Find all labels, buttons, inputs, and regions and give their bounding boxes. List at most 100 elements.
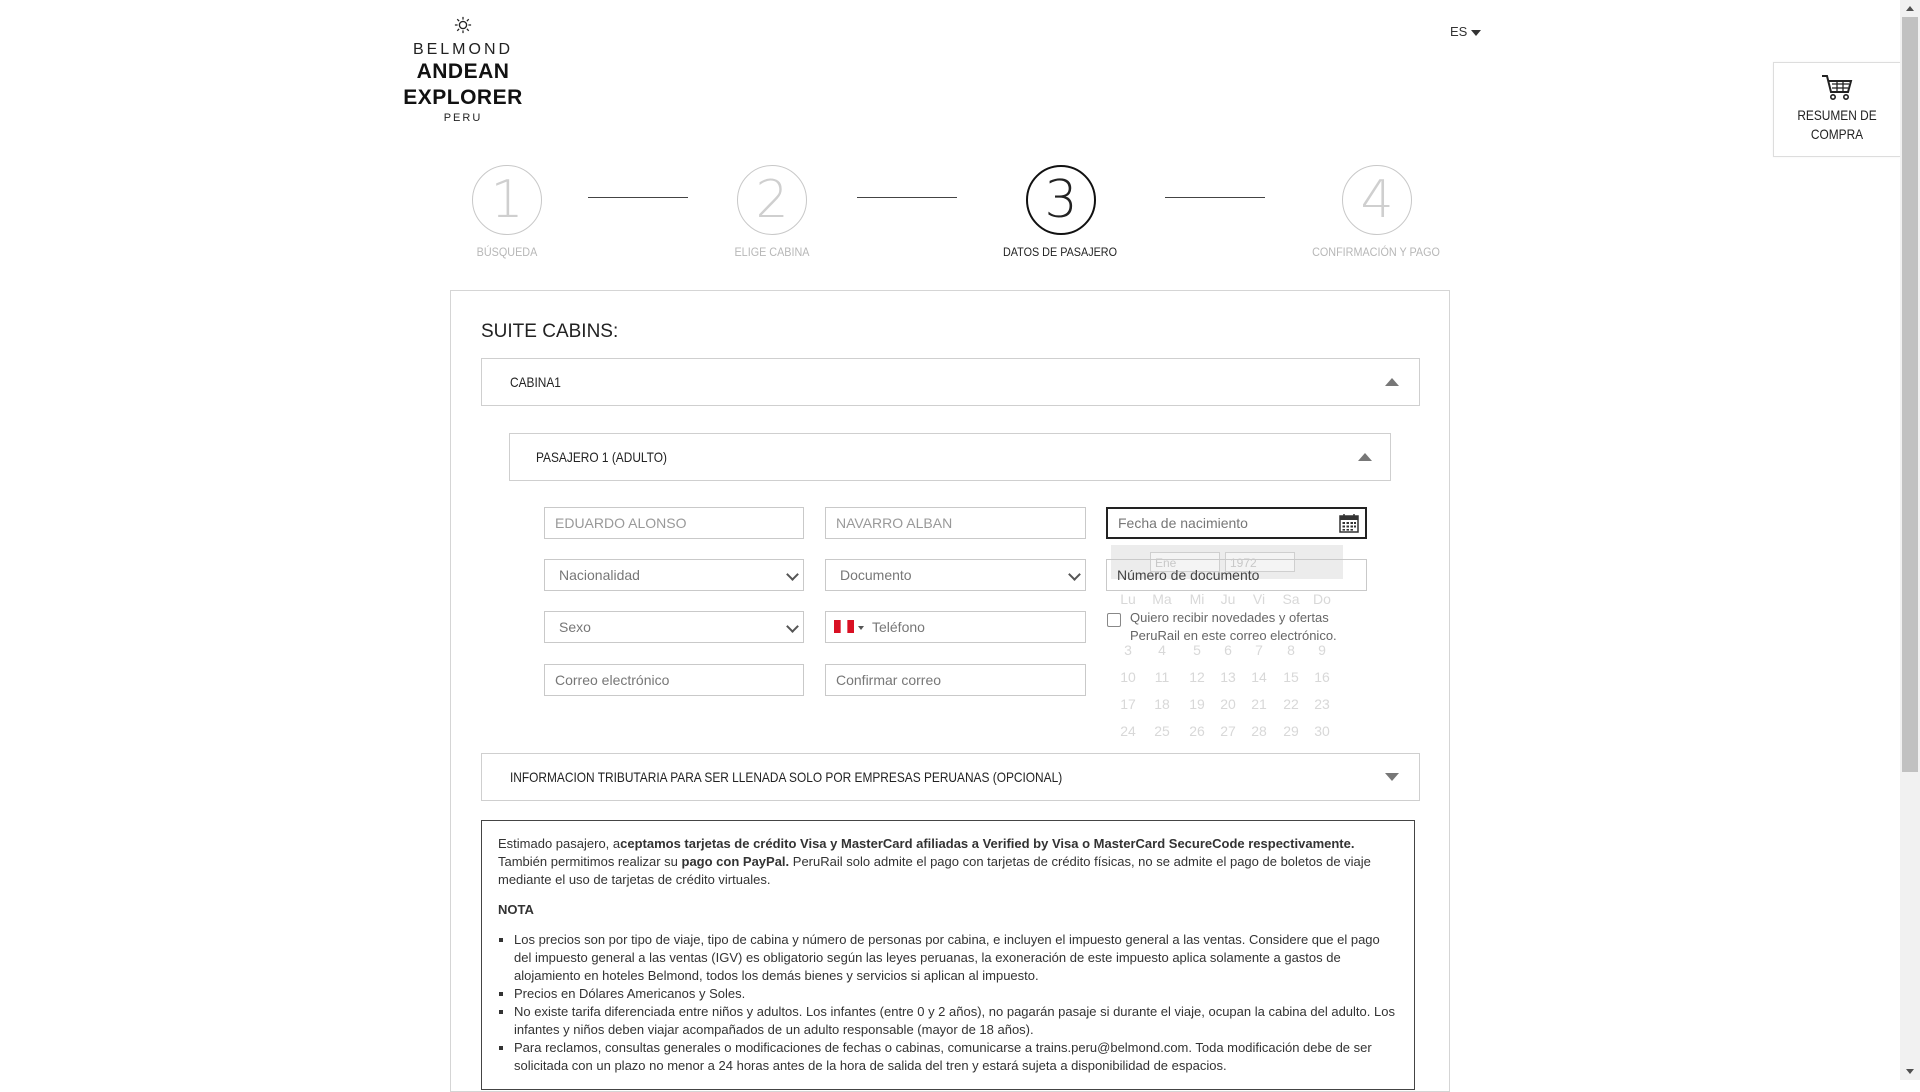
datepicker-day[interactable]: 22 xyxy=(1276,696,1306,712)
datepicker-day[interactable]: 16 xyxy=(1307,669,1337,685)
datepicker-day[interactable]: 20 xyxy=(1213,696,1243,712)
datepicker-day[interactable]: 10 xyxy=(1113,669,1143,685)
datepicker-day[interactable]: 15 xyxy=(1276,669,1306,685)
passenger-accordion-header[interactable]: PASAJERO 1 (ADULTO) xyxy=(509,433,1391,481)
document-type-value: Documento xyxy=(840,567,912,583)
last-name-field[interactable]: NAVARRO ALBAN xyxy=(825,507,1086,539)
datepicker-weekday: Vi xyxy=(1252,591,1266,607)
chevron-down-icon xyxy=(786,620,799,633)
datepicker-day[interactable]: 27 xyxy=(1213,723,1243,739)
datepicker-weekday: Mi xyxy=(1189,591,1205,607)
caret-down-icon xyxy=(858,626,864,631)
tax-info-accordion-header[interactable]: INFORMACION TRIBUTARIA PARA SER LLENADA … xyxy=(481,753,1420,801)
notice-item: Precios en Dólares Americanos y Soles. xyxy=(514,985,1398,1003)
expand-arrow-icon xyxy=(1385,773,1399,781)
arrow-down-icon xyxy=(1906,1069,1914,1074)
newsletter-label: Quiero recibir novedades y ofertas PeruR… xyxy=(1130,609,1355,645)
cart-summary-button[interactable]: RESUMEN DE COMPRA xyxy=(1773,62,1901,157)
logo-title: ANDEAN EXPLORER xyxy=(403,60,523,109)
document-type-select[interactable]: Documento xyxy=(825,559,1086,591)
document-number-placeholder: Número de documento xyxy=(1117,567,1260,583)
datepicker-day[interactable]: 28 xyxy=(1244,723,1274,739)
first-name-field[interactable]: EDUARDO ALONSO xyxy=(544,507,804,539)
cabin-accordion-header[interactable]: CABINA1 xyxy=(481,358,1420,406)
datepicker-weekday: Do xyxy=(1313,591,1331,607)
step-4-circle: 4 xyxy=(1342,165,1412,235)
section-title: SUITE CABINS: xyxy=(481,321,619,342)
phone-placeholder: Teléfono xyxy=(872,619,925,635)
birthdate-field[interactable]: Fecha de nacimiento xyxy=(1106,507,1367,539)
newsletter-line1: Quiero recibir novedades y ofertas xyxy=(1130,610,1329,625)
datepicker-day[interactable]: 24 xyxy=(1113,723,1143,739)
step-connector xyxy=(1165,197,1265,198)
datepicker-day[interactable]: 18 xyxy=(1147,696,1177,712)
payment-notice: Estimado pasajero, aceptamos tarjetas de… xyxy=(481,820,1415,1090)
birthdate-placeholder: Fecha de nacimiento xyxy=(1118,515,1248,531)
step-3-circle: 3 xyxy=(1026,165,1096,235)
step-2-label: ELIGE CABINA xyxy=(734,245,810,259)
scrollbar-thumb[interactable] xyxy=(1902,17,1918,772)
document-number-field[interactable]: Número de documento xyxy=(1106,559,1367,591)
cabin-label: CABINA1 xyxy=(510,374,561,390)
datepicker-day[interactable]: 21 xyxy=(1244,696,1274,712)
notice-item: No existe tarifa diferenciada entre niño… xyxy=(514,1003,1398,1039)
arrow-up-icon xyxy=(1906,6,1914,11)
datepicker-day[interactable]: 14 xyxy=(1244,669,1274,685)
chevron-down-icon xyxy=(1068,568,1081,581)
collapse-arrow-icon xyxy=(1358,453,1372,461)
nationality-select[interactable]: Nacionalidad xyxy=(544,559,804,591)
cart-label-line2: COMPRA xyxy=(1810,126,1864,142)
logo-subtitle: PERU xyxy=(443,112,483,124)
step-3-label: DATOS DE PASAJERO xyxy=(1002,245,1118,259)
scroll-up-button[interactable] xyxy=(1900,0,1920,17)
passenger-label: PASAJERO 1 (ADULTO) xyxy=(536,449,667,465)
datepicker-day[interactable]: 29 xyxy=(1276,723,1306,739)
peru-flag-icon[interactable] xyxy=(834,613,854,643)
newsletter-checkbox[interactable] xyxy=(1107,613,1121,627)
datepicker-day[interactable]: 11 xyxy=(1147,669,1177,685)
datepicker-weekday: Sa xyxy=(1282,591,1300,607)
caret-down-icon xyxy=(1471,29,1482,36)
step-4-label: CONFIRMACIÓN Y PAGO xyxy=(1312,245,1440,259)
brand-logo[interactable]: BELMOND ANDEAN EXPLORER PERU xyxy=(358,16,568,125)
scroll-down-button[interactable] xyxy=(1900,1063,1920,1080)
phone-field[interactable]: Teléfono xyxy=(825,611,1086,643)
notice-intro-bold: ceptamos tarjetas de crédito Visa y Mast… xyxy=(620,836,1355,851)
datepicker-day[interactable]: 12 xyxy=(1182,669,1212,685)
tax-info-label: INFORMACION TRIBUTARIA PARA SER LLENADA … xyxy=(510,769,1063,785)
step-1-label: BÚSQUEDA xyxy=(476,245,538,259)
nationality-value: Nacionalidad xyxy=(559,567,640,583)
step-1-circle: 1 xyxy=(472,165,542,235)
datepicker-day[interactable]: 30 xyxy=(1307,723,1337,739)
collapse-arrow-icon xyxy=(1385,378,1399,386)
notice-intro: Estimado pasajero, aceptamos tarjetas de… xyxy=(498,835,1398,889)
notice-list: Los precios son por tipo de viaje, tipo … xyxy=(498,931,1398,1075)
datepicker-day[interactable]: 25 xyxy=(1147,723,1177,739)
newsletter-line2: PeruRail en este correo electrónico. xyxy=(1130,628,1337,643)
step-2-circle: 2 xyxy=(737,165,807,235)
step-connector xyxy=(857,197,957,198)
datepicker-weekday: Ma xyxy=(1152,591,1172,607)
language-selector[interactable]: ES xyxy=(1450,24,1482,39)
calendar-icon[interactable] xyxy=(1339,513,1359,533)
logo-brand: BELMOND xyxy=(412,41,514,58)
language-label: ES xyxy=(1450,24,1468,39)
sex-select[interactable]: Sexo xyxy=(544,611,804,643)
datepicker-weekday: Lu xyxy=(1120,591,1136,607)
email-field[interactable]: Correo electrónico xyxy=(544,664,804,696)
notice-item: Los precios son por tipo de viaje, tipo … xyxy=(514,931,1398,985)
datepicker-day[interactable]: 23 xyxy=(1307,696,1337,712)
step-connector xyxy=(588,197,688,198)
datepicker-weekday: Ju xyxy=(1220,591,1236,607)
datepicker-day[interactable]: 19 xyxy=(1182,696,1212,712)
cart-label-line1: RESUMEN DE xyxy=(1797,107,1877,123)
shopping-cart-icon xyxy=(1822,75,1853,100)
sex-value: Sexo xyxy=(559,619,591,635)
confirm-email-field[interactable]: Confirmar correo xyxy=(825,664,1086,696)
notice-item: Para reclamos, consultas generales o mod… xyxy=(514,1039,1398,1075)
notice-intro-text: También permitimos realizar su xyxy=(498,854,682,869)
notice-nota-title: NOTA xyxy=(498,902,534,917)
datepicker-day[interactable]: 26 xyxy=(1182,723,1212,739)
datepicker-day[interactable]: 13 xyxy=(1213,669,1243,685)
datepicker-day[interactable]: 17 xyxy=(1113,696,1143,712)
